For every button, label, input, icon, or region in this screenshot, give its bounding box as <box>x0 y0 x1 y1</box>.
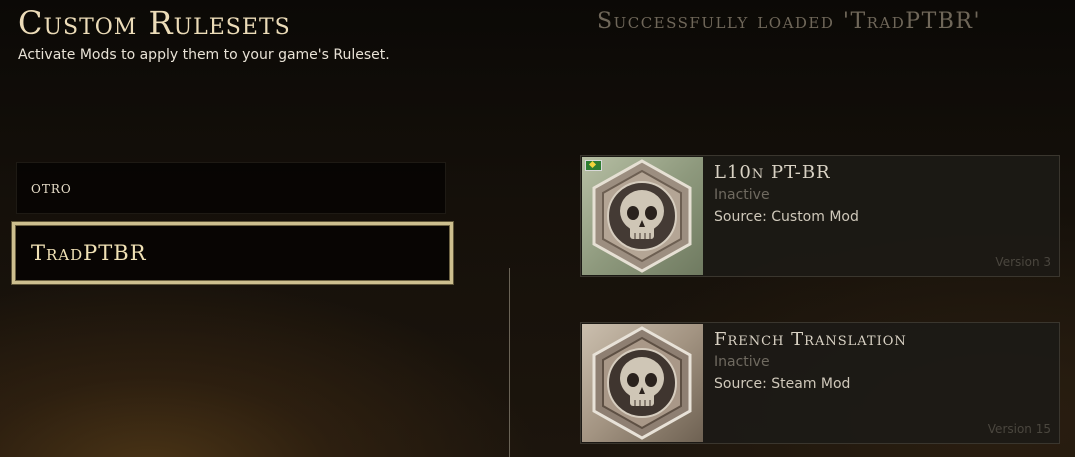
brazil-flag-icon <box>585 160 602 171</box>
page-subtitle: Activate Mods to apply them to your game… <box>18 47 390 63</box>
mod-card[interactable]: French Translation Inactive Source: Stea… <box>580 322 1060 444</box>
page-title: Custom Rulesets <box>18 4 291 42</box>
skull-hexagon-icon <box>592 159 692 273</box>
panel-divider <box>509 268 510 457</box>
ruleset-item-label: TradPTBR <box>31 241 147 265</box>
mod-status: Inactive <box>714 354 770 370</box>
skull-hexagon-icon <box>592 326 692 440</box>
mod-name: French Translation <box>714 329 907 350</box>
mod-version: Version 15 <box>987 422 1051 436</box>
mod-version: Version 3 <box>995 255 1051 269</box>
mod-thumbnail <box>582 324 703 442</box>
mod-status: Inactive <box>714 187 770 203</box>
ruleset-item-otro[interactable]: otro <box>16 162 446 214</box>
status-message: Successfully loaded 'TradPTBR' <box>597 9 982 34</box>
mod-source: Source: Steam Mod <box>714 376 851 392</box>
mod-thumbnail <box>582 157 703 275</box>
ruleset-item-tradptbr[interactable]: TradPTBR <box>12 222 453 284</box>
mod-name: L10n PT-BR <box>714 162 831 183</box>
mod-source: Source: Custom Mod <box>714 209 859 225</box>
mod-card[interactable]: L10n PT-BR Inactive Source: Custom Mod V… <box>580 155 1060 277</box>
ruleset-item-label: otro <box>31 178 72 198</box>
